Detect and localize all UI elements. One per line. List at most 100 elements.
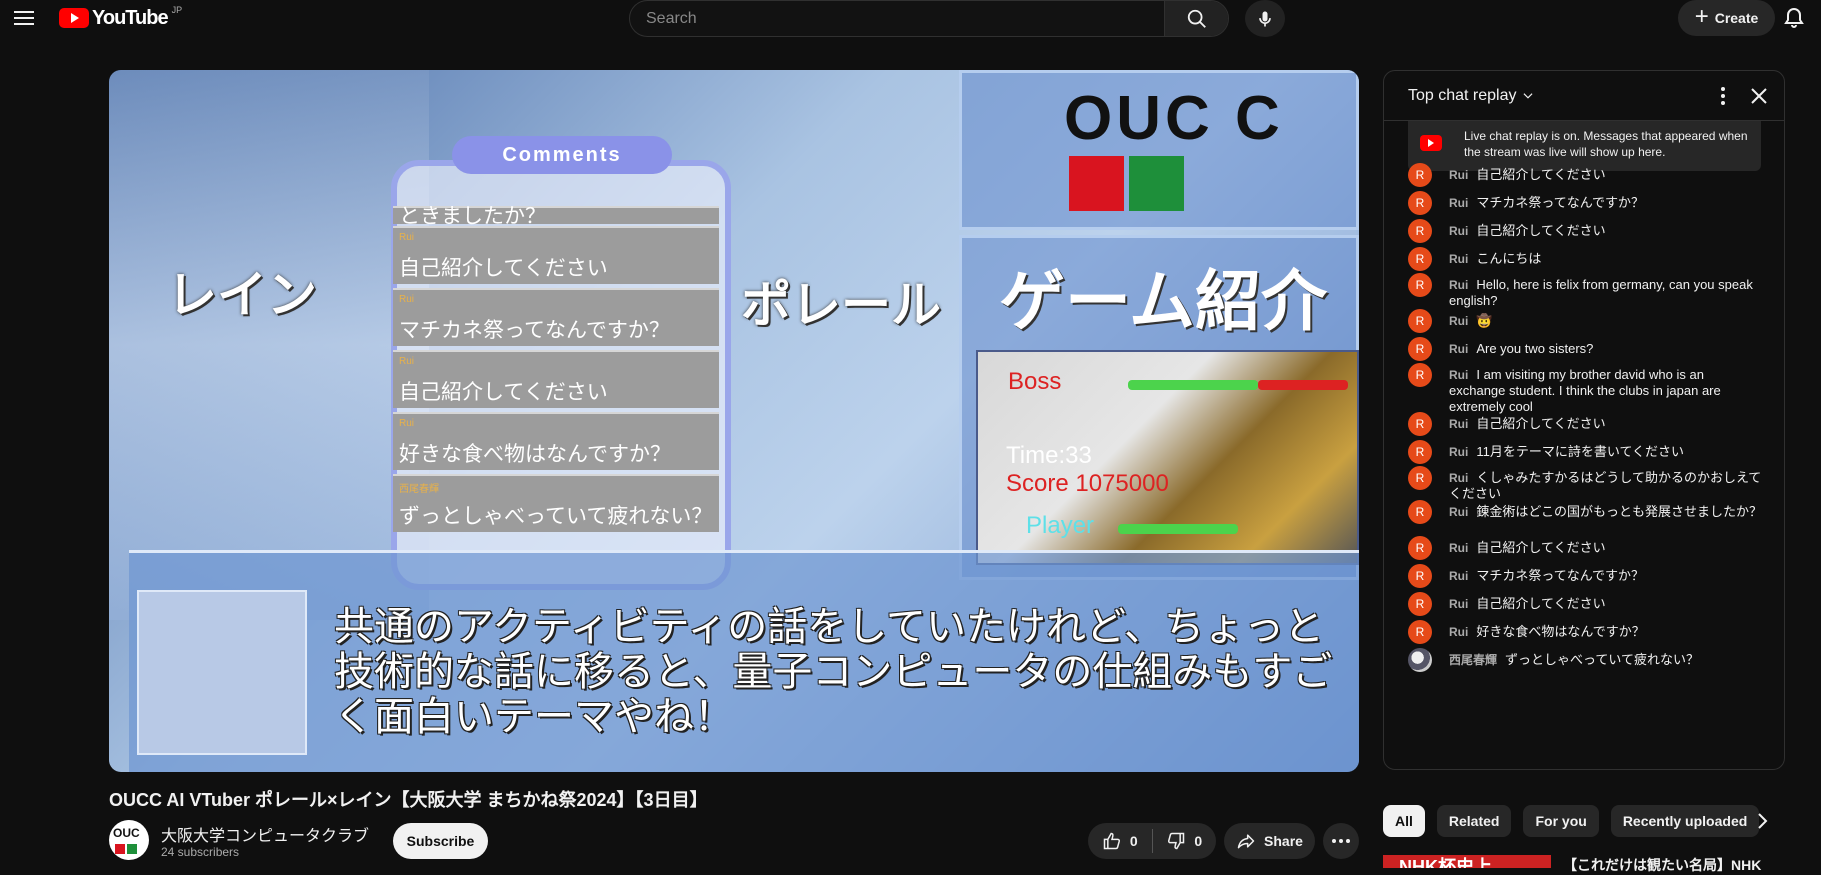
chat-author-name[interactable]: Rui xyxy=(1449,417,1468,431)
notifications-bell-icon[interactable] xyxy=(1782,6,1806,30)
chat-author-name[interactable]: Rui xyxy=(1449,597,1468,611)
create-button[interactable]: + Create xyxy=(1678,0,1775,36)
top-bar: YouTube JP + Create xyxy=(0,0,1821,37)
chat-author-name[interactable]: Rui xyxy=(1449,569,1468,583)
chat-message[interactable]: R Rui 自己紹介してください xyxy=(1408,163,1763,187)
chat-author-name[interactable]: Rui xyxy=(1449,541,1468,555)
chat-message[interactable]: R Rui I am visiting my brother david who i… xyxy=(1408,363,1763,415)
like-button[interactable]: 0 xyxy=(1088,823,1152,859)
chip-for-you[interactable]: For you xyxy=(1523,805,1599,837)
chat-message-body: Rui I am visiting my brother david who is… xyxy=(1449,363,1763,415)
chat-author-avatar[interactable]: R xyxy=(1408,163,1432,187)
chat-author-name[interactable]: Rui xyxy=(1449,471,1468,485)
chat-message-text: 自己紹介してください xyxy=(1476,596,1606,611)
search-button[interactable] xyxy=(1164,1,1228,36)
chat-author-name[interactable]: Rui xyxy=(1449,342,1468,356)
voice-search-button[interactable] xyxy=(1245,0,1285,37)
chat-author-name[interactable]: Rui xyxy=(1449,196,1468,210)
chat-author-avatar[interactable]: R xyxy=(1408,219,1432,243)
recommendation-thumbnail[interactable]: NHK杯史上 xyxy=(1383,855,1551,868)
recommendation-thumbnail-text: NHK杯史上 xyxy=(1399,857,1492,868)
chat-author-avatar[interactable]: R xyxy=(1408,440,1432,464)
chat-message-text: Are you two sisters? xyxy=(1476,341,1594,356)
video-title: OUCC AI VTuber ポレール×レイン【大阪大学 まちかね祭2024】【… xyxy=(109,790,708,810)
player-health-bar xyxy=(1118,524,1238,534)
chat-message[interactable]: R Rui 11月をテーマに詩を書いてください xyxy=(1408,440,1763,464)
chat-author-name[interactable]: Rui xyxy=(1449,505,1468,519)
chat-author-avatar[interactable]: R xyxy=(1408,273,1432,297)
chat-message-body: Rui 11月をテーマに詩を書いてください xyxy=(1449,440,1763,460)
chat-message[interactable]: R Rui Hello, here is felix from germany, c… xyxy=(1408,273,1763,309)
chat-author-avatar[interactable]: R xyxy=(1408,247,1432,271)
chat-message[interactable]: R Rui 自己紹介してください xyxy=(1408,219,1763,243)
chat-author-avatar[interactable]: R xyxy=(1408,309,1432,333)
stage-background xyxy=(109,70,429,620)
chat-message[interactable]: 西尾春輝 ずっとしゃべっていて疲れない？ xyxy=(1408,648,1763,672)
chat-author-avatar[interactable]: R xyxy=(1408,466,1432,490)
chat-message-body: Rui 自己紹介してください xyxy=(1449,592,1763,612)
hamburger-menu-icon[interactable] xyxy=(10,4,38,32)
share-button[interactable]: Share xyxy=(1224,823,1315,859)
dislike-button[interactable]: 0 xyxy=(1153,823,1217,859)
chat-author-name[interactable]: Rui xyxy=(1449,252,1468,266)
chat-message[interactable]: R Rui 自己紹介してください xyxy=(1408,592,1763,616)
chat-author-name[interactable]: Rui xyxy=(1449,278,1468,292)
chat-message-body: Rui Hello, here is felix from germany, ca… xyxy=(1449,273,1763,309)
chat-message[interactable]: R Rui 自己紹介してください xyxy=(1408,536,1763,560)
overlay-comment-text: ずっとしゃべっていて疲れない？ xyxy=(399,505,713,528)
chat-message[interactable]: R Rui 錬金術はどこの国がもっとも発展させましたか？ xyxy=(1408,500,1763,524)
chat-author-name[interactable]: Rui xyxy=(1449,224,1468,238)
chat-author-avatar[interactable]: R xyxy=(1408,337,1432,361)
chat-author-name[interactable]: Rui xyxy=(1449,314,1468,328)
chat-message[interactable]: R Rui こんにちは xyxy=(1408,247,1763,271)
chat-author-avatar[interactable]: R xyxy=(1408,620,1432,644)
chat-author-avatar[interactable]: R xyxy=(1408,536,1432,560)
channel-name[interactable]: 大阪大学コンピュータクラブ xyxy=(161,822,369,846)
chat-author-avatar[interactable]: R xyxy=(1408,564,1432,588)
chat-message[interactable]: R Rui 自己紹介してください xyxy=(1408,412,1763,436)
chat-author-name[interactable]: Rui xyxy=(1449,168,1468,182)
chat-mode-dropdown[interactable]: Top chat replay xyxy=(1408,87,1535,105)
search-input[interactable] xyxy=(630,1,1164,36)
chat-author-name[interactable]: 西尾春輝 xyxy=(1449,653,1497,667)
chip-related[interactable]: Related xyxy=(1436,805,1512,837)
close-icon[interactable] xyxy=(1747,84,1771,108)
youtube-logo[interactable]: YouTube JP xyxy=(59,5,182,29)
chat-author-name[interactable]: Rui xyxy=(1449,368,1468,382)
chat-author-avatar[interactable]: R xyxy=(1408,191,1432,215)
overlay-comment: Rui 好きな食べ物はなんですか？ xyxy=(393,412,719,470)
chevron-down-icon xyxy=(1523,93,1533,99)
video-player[interactable]: Comments ときましたか？ Rui 自己紹介してください Rui マチカネ… xyxy=(109,70,1359,772)
chat-author-name[interactable]: Rui xyxy=(1449,625,1468,639)
chat-message[interactable]: R Rui Are you two sisters? xyxy=(1408,337,1763,361)
chat-author-avatar[interactable]: R xyxy=(1408,500,1432,524)
youtube-play-icon xyxy=(1420,135,1442,151)
channel-avatar[interactable]: OUC xyxy=(109,820,149,860)
subscribe-button[interactable]: Subscribe xyxy=(393,823,488,859)
chevron-right-icon[interactable] xyxy=(1750,809,1774,833)
more-actions-icon[interactable] xyxy=(1323,823,1359,859)
chat-author-avatar[interactable] xyxy=(1408,648,1432,672)
share-label: Share xyxy=(1264,833,1303,849)
chat-message-text: ずっとしゃべっていて疲れない？ xyxy=(1505,652,1699,667)
logo-text: YouTube xyxy=(92,6,169,29)
chat-message[interactable]: R Rui 🤠 xyxy=(1408,309,1763,333)
chip-all[interactable]: All xyxy=(1383,805,1425,837)
vtuber-name-left: レイン xyxy=(167,267,317,323)
avatar-green-square xyxy=(127,844,137,854)
dislike-count: 0 xyxy=(1194,833,1203,849)
chat-message-body: Rui こんにちは xyxy=(1449,247,1763,267)
chat-message-text: 錬金術はどこの国がもっとも発展させましたか？ xyxy=(1476,504,1762,519)
chat-message[interactable]: R Rui マチカネ祭ってなんですか？ xyxy=(1408,191,1763,215)
chat-author-avatar[interactable]: R xyxy=(1408,363,1432,387)
chat-options-icon[interactable] xyxy=(1713,85,1733,107)
chat-author-avatar[interactable]: R xyxy=(1408,592,1432,616)
chat-message[interactable]: R Rui 好きな食べ物はなんですか？ xyxy=(1408,620,1763,644)
chat-message[interactable]: R Rui マチカネ祭ってなんですか？ xyxy=(1408,564,1763,588)
chat-message[interactable]: R Rui くしゃみたすかるはどうして助かるのかおしえてください xyxy=(1408,466,1763,502)
chat-author-name[interactable]: Rui xyxy=(1449,445,1468,459)
chat-message-text: 自己紹介してください xyxy=(1476,167,1606,182)
chat-author-avatar[interactable]: R xyxy=(1408,412,1432,436)
chip-recently-uploaded[interactable]: Recently uploaded xyxy=(1610,805,1760,837)
recommendation-title[interactable]: 【これだけは観たい名局】NHK xyxy=(1563,855,1783,875)
